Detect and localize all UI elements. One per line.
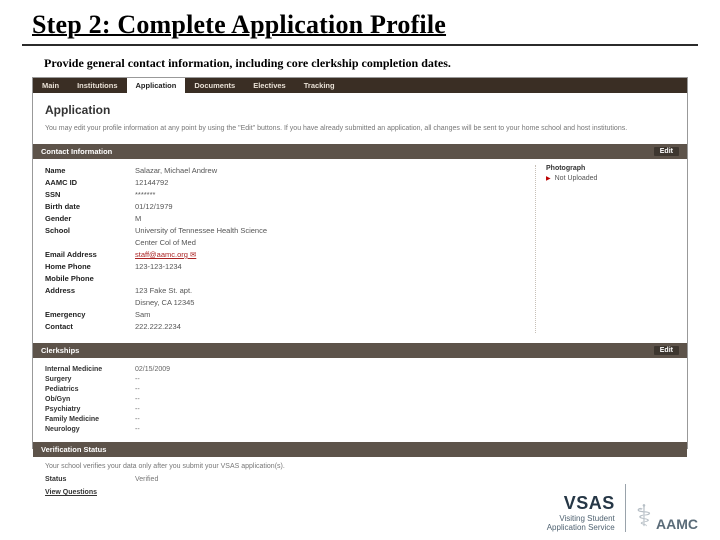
tab-institutions[interactable]: Institutions [68, 78, 126, 93]
value-gender: M [135, 213, 535, 225]
page-title: Step 2: Complete Application Profile [22, 10, 698, 46]
aamc-logo: ⚕ AAMC [636, 502, 698, 532]
verification-header-label: Verification Status [41, 445, 106, 454]
clerkship-value: 02/15/2009 [135, 366, 170, 373]
clerkship-row: Psychiatry-- [45, 404, 675, 414]
vsas-line1: Visiting Student [547, 514, 615, 523]
value-aamc: 12144792 [135, 177, 535, 189]
value-home: 123-123-1234 [135, 261, 535, 273]
vsas-logo: VSAS Visiting Student Application Servic… [547, 484, 626, 532]
clerkship-row: Family Medicine-- [45, 414, 675, 424]
clerkship-label: Neurology [45, 426, 135, 433]
value-addr: 123 Fake St. apt. [135, 285, 535, 297]
tab-documents[interactable]: Documents [185, 78, 244, 93]
label-blank1 [45, 237, 135, 249]
contact-block: Name AAMC ID SSN Birth date Gender Schoo… [33, 159, 687, 343]
value-email-link[interactable]: staff@aamc.org ✉ [135, 249, 535, 261]
clerkships-header-label: Clerkships [41, 346, 79, 355]
label-name: Name [45, 165, 135, 177]
contact-header-label: Contact Information [41, 147, 112, 156]
verification-note: Your school verifies your data only afte… [45, 463, 675, 470]
clerkship-label: Ob/Gyn [45, 396, 135, 403]
clerkship-value: -- [135, 416, 140, 423]
clerkships-grid: Internal Medicine02/15/2009 Surgery-- Pe… [33, 358, 687, 442]
clerkship-row: Surgery-- [45, 374, 675, 384]
clerkship-label: Family Medicine [45, 416, 135, 423]
vsas-acronym: VSAS [547, 493, 615, 514]
value-name: Salazar, Michael Andrew [135, 165, 535, 177]
contact-labels: Name AAMC ID SSN Birth date Gender Schoo… [45, 165, 135, 333]
tab-electives[interactable]: Electives [244, 78, 295, 93]
clerkship-row: Ob/Gyn-- [45, 394, 675, 404]
edit-clerkships-button[interactable]: Edit [654, 346, 679, 355]
clerkships-header-bar: Clerkships Edit [33, 343, 687, 358]
clerkship-label: Psychiatry [45, 406, 135, 413]
value-ssn: ******* [135, 189, 535, 201]
value-addr2: Disney, CA 12345 [135, 297, 535, 309]
clerkship-value: -- [135, 406, 140, 413]
photograph-label: Photograph [546, 165, 675, 172]
label-blank2 [45, 297, 135, 309]
clerkship-label: Internal Medicine [45, 366, 135, 373]
edit-contact-button[interactable]: Edit [654, 147, 679, 156]
tab-application[interactable]: Application [127, 78, 186, 93]
clerkship-value: -- [135, 376, 140, 383]
view-questions-link[interactable]: View Questions [45, 489, 135, 496]
verification-header-bar: Verification Status [33, 442, 687, 457]
label-emerg: Emergency [45, 309, 135, 321]
label-school: School [45, 225, 135, 237]
label-aamc: AAMC ID [45, 177, 135, 189]
label-email: Email Address [45, 249, 135, 261]
clerkship-row: Internal Medicine02/15/2009 [45, 364, 675, 374]
aamc-text: AAMC [656, 516, 698, 532]
value-emerg: Sam [135, 309, 535, 321]
tab-tracking[interactable]: Tracking [295, 78, 344, 93]
contact-values: Salazar, Michael Andrew 12144792 *******… [135, 165, 535, 333]
status-label: Status [45, 476, 135, 483]
label-contact: Contact [45, 321, 135, 333]
label-ssn: SSN [45, 189, 135, 201]
status-value: Verified [135, 476, 158, 483]
photograph-status: Not Uploaded [546, 175, 675, 182]
value-mobile [135, 273, 535, 285]
label-mobile: Mobile Phone [45, 273, 135, 285]
clerkship-row: Pediatrics-- [45, 384, 675, 394]
contact-header-bar: Contact Information Edit [33, 144, 687, 159]
label-addr: Address [45, 285, 135, 297]
value-school2: Center Col of Med [135, 237, 535, 249]
page-subtitle: Provide general contact information, inc… [44, 56, 698, 71]
clerkship-label: Pediatrics [45, 386, 135, 393]
footer-logos: VSAS Visiting Student Application Servic… [547, 484, 698, 532]
clerkship-value: -- [135, 426, 140, 433]
label-birth: Birth date [45, 201, 135, 213]
help-text: You may edit your profile information at… [33, 121, 687, 144]
clerkship-label: Surgery [45, 376, 135, 383]
label-gender: Gender [45, 213, 135, 225]
vsas-line2: Application Service [547, 523, 615, 532]
panel-heading: Application [33, 93, 687, 121]
value-school: University of Tennessee Health Science [135, 225, 535, 237]
caduceus-icon: ⚕ [636, 502, 652, 532]
clerkship-row: Neurology-- [45, 424, 675, 434]
value-emerg2: 222.222.2234 [135, 321, 535, 333]
clerkship-value: -- [135, 386, 140, 393]
clerkship-value: -- [135, 396, 140, 403]
label-home: Home Phone [45, 261, 135, 273]
top-nav: Main Institutions Application Documents … [33, 78, 687, 93]
application-screenshot: Main Institutions Application Documents … [32, 77, 688, 449]
photograph-box: Photograph Not Uploaded [535, 165, 675, 333]
value-birth: 01/12/1979 [135, 201, 535, 213]
tab-main[interactable]: Main [33, 78, 68, 93]
